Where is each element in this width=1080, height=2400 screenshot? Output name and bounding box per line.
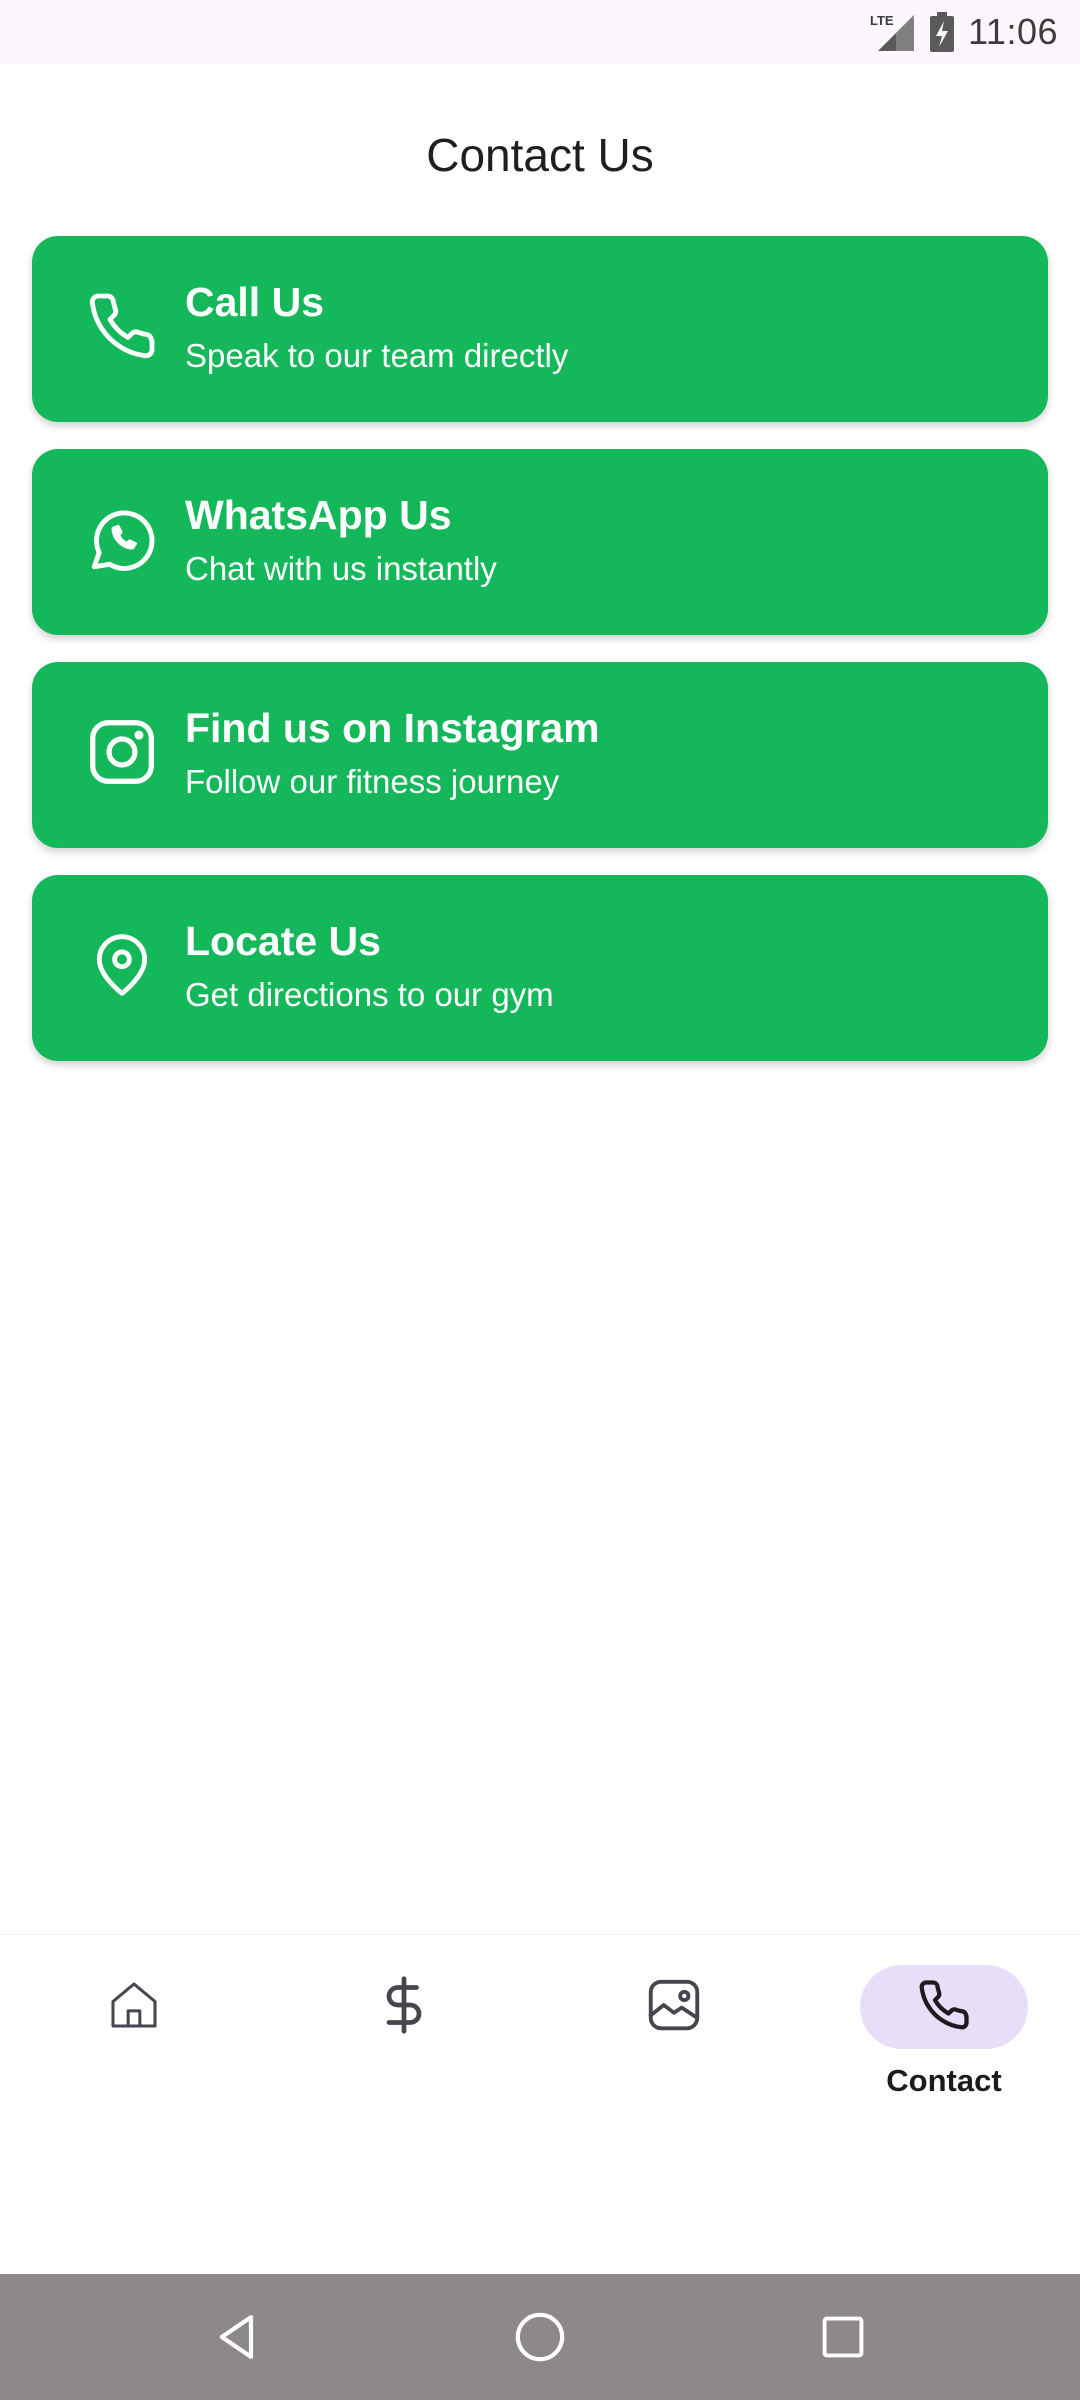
card-subtitle: Get directions to our gym <box>185 976 554 1013</box>
nav-pill <box>320 1965 488 2049</box>
bottom-navigation: Contact <box>0 1934 1080 2274</box>
gallery-icon <box>643 1974 705 2041</box>
whatsapp-icon <box>72 489 172 589</box>
nav-item-home[interactable] <box>34 1965 234 2115</box>
instagram-icon <box>72 702 172 802</box>
status-bar: LTE 11:06 <box>0 0 1080 64</box>
system-navigation-bar <box>0 2274 1080 2400</box>
nav-item-contact[interactable]: Contact <box>844 1965 1044 2115</box>
card-title: WhatsApp Us <box>185 492 452 538</box>
phone-icon <box>917 1978 971 2037</box>
nav-pill <box>50 1965 218 2049</box>
dollar-icon <box>374 1975 434 2040</box>
instagram-card[interactable]: Find us on Instagram Follow our fitness … <box>32 662 1048 848</box>
call-us-card[interactable]: Call Us Speak to our team directly <box>32 236 1048 422</box>
svg-text:LTE: LTE <box>870 13 894 28</box>
nav-label-contact: Contact <box>886 2063 1002 2098</box>
phone-icon <box>72 276 172 376</box>
map-pin-icon <box>72 915 172 1015</box>
home-circle-icon[interactable] <box>497 2294 583 2380</box>
card-title: Call Us <box>185 279 324 325</box>
card-subtitle: Speak to our team directly <box>185 337 569 374</box>
card-subtitle: Chat with us instantly <box>185 550 497 587</box>
nav-pill-active <box>860 1965 1028 2049</box>
page-title: Contact Us <box>426 129 654 181</box>
nav-pill <box>590 1965 758 2049</box>
nav-item-pricing[interactable] <box>304 1965 504 2115</box>
card-subtitle: Follow our fitness journey <box>185 763 560 800</box>
card-title: Find us on Instagram <box>185 705 600 751</box>
battery-charging-icon <box>930 12 955 52</box>
back-triangle-icon[interactable] <box>194 2294 280 2380</box>
locate-us-card[interactable]: Locate Us Get directions to our gym <box>32 875 1048 1061</box>
card-title: Locate Us <box>185 918 381 964</box>
home-icon <box>106 1977 162 2038</box>
recents-square-icon[interactable] <box>800 2294 886 2380</box>
status-time: 11:06 <box>968 11 1058 52</box>
whatsapp-us-card[interactable]: WhatsApp Us Chat with us instantly <box>32 449 1048 635</box>
nav-item-gallery[interactable] <box>574 1965 774 2115</box>
lte-signal-icon: LTE <box>870 11 916 53</box>
